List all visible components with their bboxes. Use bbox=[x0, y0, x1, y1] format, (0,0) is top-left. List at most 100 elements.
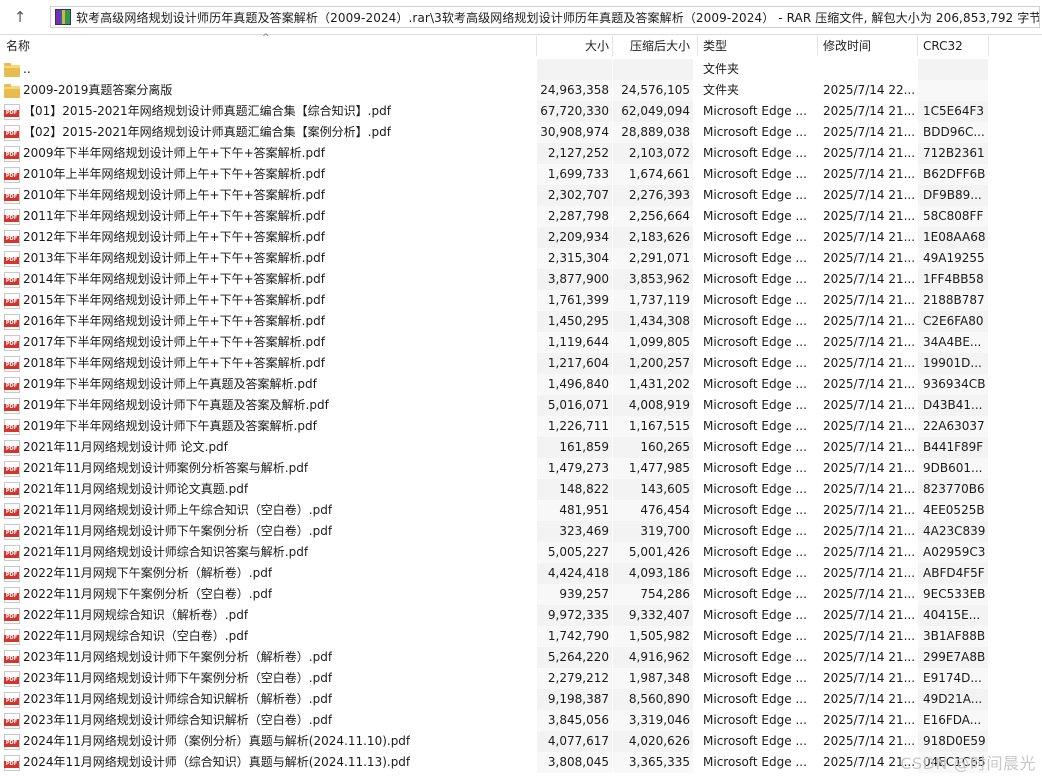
column-header-size[interactable]: 大小 bbox=[537, 35, 612, 57]
file-row[interactable]: 2016年下半年网络规划设计师上午+下午+答案解析.pdf 1,450,2951,… bbox=[0, 311, 1042, 332]
file-row[interactable]: 2021年11月网络规划设计师案例分析答案与解析.pdf 1,479,2731,4… bbox=[0, 458, 1042, 479]
file-row[interactable]: 2019年下半年网络规划设计师上午真题及答案解析.pdf 1,496,8401,4… bbox=[0, 374, 1042, 395]
file-row[interactable]: 【02】2015-2021年网络规划设计师真题汇编合集【案例分析】.pdf 30,… bbox=[0, 122, 1042, 143]
pdf-file-icon bbox=[4, 271, 20, 288]
column-header-crc32[interactable]: CRC32 bbox=[923, 35, 988, 57]
file-row[interactable]: 2021年11月网络规划设计师上午综合知识（空白卷）.pdf 481,951476… bbox=[0, 500, 1042, 521]
pdf-file-icon bbox=[4, 229, 20, 246]
file-row[interactable]: 2023年11月网络规划设计师综合知识解析（解析卷）.pdf 9,198,3878… bbox=[0, 689, 1042, 710]
file-row[interactable]: 2014年下半年网络规划设计师上午+下午+答案解析.pdf 3,877,9003,… bbox=[0, 269, 1042, 290]
pdf-file-icon bbox=[4, 628, 20, 645]
file-size: 1,119,644 bbox=[537, 332, 612, 353]
file-size: 4,077,617 bbox=[537, 731, 612, 752]
file-size: 2,302,707 bbox=[537, 185, 612, 206]
file-row[interactable]: 2022年11月网规下午案例分析（解析卷）.pdf 4,424,4184,093,… bbox=[0, 563, 1042, 584]
file-type: Microsoft Edge ... bbox=[703, 209, 807, 223]
file-type: 文件夹 bbox=[703, 62, 740, 76]
column-header-modified[interactable]: 修改时间 bbox=[823, 35, 918, 57]
file-row[interactable]: 2024年11月网络规划设计师（案例分析）真题与解析(2024.11.10).p… bbox=[0, 731, 1042, 752]
file-row[interactable]: 2019年下半年网络规划设计师下午真题及答案及解析.pdf 5,016,0714,… bbox=[0, 395, 1042, 416]
file-row[interactable]: 【01】2015-2021年网络规划设计师真题汇编合集【综合知识】.pdf 67,… bbox=[0, 101, 1042, 122]
file-row[interactable]: 2019年下半年网络规划设计师下午真题及答案解析.pdf 1,226,7111,1… bbox=[0, 416, 1042, 437]
file-row[interactable]: 2017年下半年网络规划设计师上午+下午+答案解析.pdf 1,119,6441,… bbox=[0, 332, 1042, 353]
file-name: 2012年下半年网络规划设计师上午+下午+答案解析.pdf bbox=[23, 230, 325, 244]
file-packed-size: 3,853,962 bbox=[613, 269, 693, 290]
file-name-cell: 2023年11月网络规划设计师下午案例分析（空白卷）.pdf bbox=[0, 668, 536, 689]
file-name-cell: 2016年下半年网络规划设计师上午+下午+答案解析.pdf bbox=[0, 311, 536, 332]
file-row[interactable]: .. 文件夹 bbox=[0, 59, 1042, 80]
file-crc32: ABFD4F5F bbox=[918, 563, 988, 584]
file-modified: 2025/7/14 21... bbox=[823, 104, 916, 118]
file-crc32: 49A19255 bbox=[918, 248, 988, 269]
folder-icon bbox=[4, 62, 20, 77]
file-packed-size: 4,008,919 bbox=[613, 395, 693, 416]
file-packed-size: 3,319,046 bbox=[613, 710, 693, 731]
file-row[interactable]: 2021年11月网络规划设计师 论文.pdf 161,859160,265 Micr… bbox=[0, 437, 1042, 458]
file-modified: 2025/7/14 21... bbox=[823, 692, 916, 706]
pdf-file-icon bbox=[4, 292, 20, 309]
file-packed-size: 1,987,348 bbox=[613, 668, 693, 689]
file-packed-size: 2,291,071 bbox=[613, 248, 693, 269]
file-row[interactable]: 2013年下半年网络规划设计师上午+下午+答案解析.pdf 2,315,3042,… bbox=[0, 248, 1042, 269]
file-row[interactable]: 2011年下半年网络规划设计师上午+下午+答案解析.pdf 2,287,7982,… bbox=[0, 206, 1042, 227]
file-row[interactable]: 2015年下半年网络规划设计师上午+下午+答案解析.pdf 1,761,3991,… bbox=[0, 290, 1042, 311]
file-modified: 2025/7/14 21... bbox=[823, 272, 916, 286]
column-header-name[interactable]: 名称 bbox=[6, 35, 536, 57]
pdf-file-icon bbox=[4, 523, 20, 540]
file-modified: 2025/7/14 21... bbox=[823, 356, 916, 370]
up-folder-button[interactable]: ↑ bbox=[9, 6, 31, 28]
file-modified: 2025/7/14 21... bbox=[823, 377, 916, 391]
address-bar[interactable]: 软考高级网络规划设计师历年真题及答案解析（2009-2024）.rar\3软考高… bbox=[50, 6, 1040, 28]
address-toolbar: ↑ 软考高级网络规划设计师历年真题及答案解析（2009-2024）.rar\3软… bbox=[0, 0, 1042, 35]
file-packed-size: 8,560,890 bbox=[613, 689, 693, 710]
file-modified: 2025/7/14 21... bbox=[823, 587, 916, 601]
file-type: Microsoft Edge ... bbox=[703, 146, 807, 160]
column-header-type[interactable]: 类型 bbox=[703, 35, 813, 57]
file-crc32: 9EC533EB bbox=[918, 584, 988, 605]
file-row[interactable]: 2021年11月网络规划设计师下午案例分析（空白卷）.pdf 323,469319… bbox=[0, 521, 1042, 542]
file-name: 2019年下半年网络规划设计师上午真题及答案解析.pdf bbox=[23, 377, 317, 391]
file-row[interactable]: 2021年11月网络规划设计师综合知识答案与解析.pdf 5,005,2275,0… bbox=[0, 542, 1042, 563]
file-row[interactable]: 2023年11月网络规划设计师下午案例分析（解析卷）.pdf 5,264,2204… bbox=[0, 647, 1042, 668]
file-row[interactable]: 2010年上半年网络规划设计师上午+下午+答案解析.pdf 1,699,7331,… bbox=[0, 164, 1042, 185]
file-name-cell: 2022年11月网规综合知识（空白卷）.pdf bbox=[0, 626, 536, 647]
file-crc32: 1FF4BB58 bbox=[918, 269, 988, 290]
file-type: Microsoft Edge ... bbox=[703, 314, 807, 328]
file-size: 9,972,335 bbox=[537, 605, 612, 626]
file-crc32: 823770B6 bbox=[918, 479, 988, 500]
pdf-file-icon bbox=[4, 124, 20, 141]
column-divider[interactable] bbox=[697, 36, 698, 56]
file-type: Microsoft Edge ... bbox=[703, 167, 807, 181]
column-divider[interactable] bbox=[817, 36, 818, 56]
file-name: 2024年11月网络规划设计师（综合知识）真题与解析(2024.11.13).p… bbox=[23, 755, 411, 769]
column-divider[interactable] bbox=[988, 36, 989, 56]
file-modified: 2025/7/14 21... bbox=[823, 251, 916, 265]
file-name-cell: 2021年11月网络规划设计师案例分析答案与解析.pdf bbox=[0, 458, 536, 479]
column-divider[interactable] bbox=[917, 36, 918, 56]
file-size: 30,908,974 bbox=[537, 122, 612, 143]
file-row[interactable]: 2022年11月网规下午案例分析（空白卷）.pdf 939,257754,286 M… bbox=[0, 584, 1042, 605]
file-row[interactable]: 2009年下半年网络规划设计师上午+下午+答案解析.pdf 2,127,2522,… bbox=[0, 143, 1042, 164]
file-row[interactable]: 2022年11月网规综合知识（解析卷）.pdf 9,972,3359,332,40… bbox=[0, 605, 1042, 626]
file-row[interactable]: 2012年下半年网络规划设计师上午+下午+答案解析.pdf 2,209,9342,… bbox=[0, 227, 1042, 248]
pdf-file-icon bbox=[4, 208, 20, 225]
file-crc32: DF9B89... bbox=[918, 185, 988, 206]
file-row[interactable]: 2023年11月网络规划设计师综合知识解析（空白卷）.pdf 3,845,0563… bbox=[0, 710, 1042, 731]
file-packed-size: 1,167,515 bbox=[613, 416, 693, 437]
file-type: Microsoft Edge ... bbox=[703, 755, 807, 769]
file-packed-size: 2,276,393 bbox=[613, 185, 693, 206]
file-row[interactable]: 2010年下半年网络规划设计师上午+下午+答案解析.pdf 2,302,7072,… bbox=[0, 185, 1042, 206]
file-name-cell: 2009年下半年网络规划设计师上午+下午+答案解析.pdf bbox=[0, 143, 536, 164]
file-row[interactable]: 2022年11月网规综合知识（空白卷）.pdf 1,742,7901,505,98… bbox=[0, 626, 1042, 647]
file-size: 1,496,840 bbox=[537, 374, 612, 395]
file-row[interactable]: 2009-2019真题答案分离版 24,963,358 24,576,105 文件夹 2… bbox=[0, 80, 1042, 101]
file-row[interactable]: 2021年11月网络规划设计师论文真题.pdf 148,822143,605 Mic… bbox=[0, 479, 1042, 500]
file-modified: 2025/7/14 21... bbox=[823, 503, 916, 517]
file-row[interactable]: 2024年11月网络规划设计师（综合知识）真题与解析(2024.11.13).p… bbox=[0, 752, 1042, 773]
column-header-packed-size[interactable]: 压缩后大小 bbox=[613, 35, 693, 57]
file-modified: 2025/7/14 21... bbox=[823, 314, 916, 328]
file-row[interactable]: 2018年下半年网络规划设计师上午+下午+答案解析.pdf 1,217,6041,… bbox=[0, 353, 1042, 374]
file-row[interactable]: 2023年11月网络规划设计师下午案例分析（空白卷）.pdf 2,279,2121… bbox=[0, 668, 1042, 689]
file-crc32: D43B41... bbox=[918, 395, 988, 416]
file-modified: 2025/7/14 21... bbox=[823, 650, 916, 664]
